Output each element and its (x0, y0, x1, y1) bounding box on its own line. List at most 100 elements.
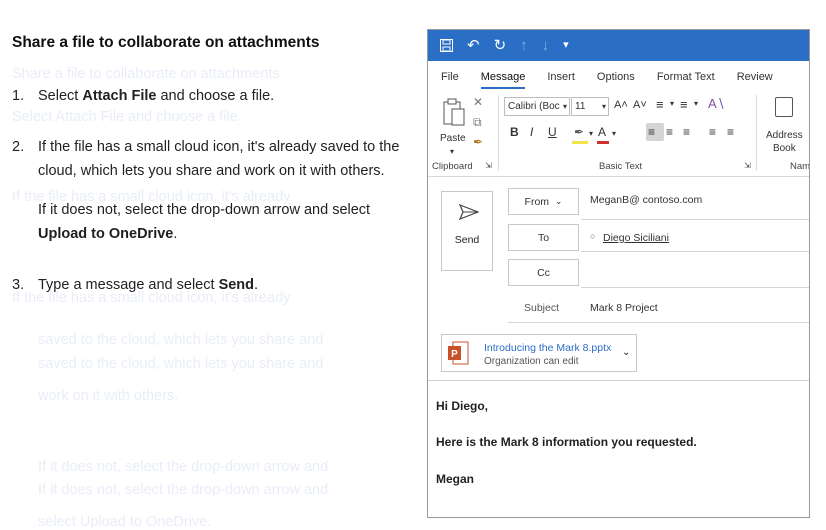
tab-insert[interactable]: Insert (547, 71, 575, 89)
chevron-down-icon[interactable]: ▾ (694, 99, 698, 108)
styles-icon[interactable]: A∖ (708, 96, 725, 112)
grow-font-icon[interactable]: A˄ (614, 99, 628, 111)
underline-button[interactable]: U (548, 125, 557, 139)
cut-icon[interactable]: ✕ (473, 95, 483, 109)
step-1: 1. Select Attach File and choose a file. (12, 84, 402, 109)
align-center-icon[interactable]: ≡ (666, 125, 673, 139)
paste-icon[interactable] (442, 97, 466, 127)
decrease-indent-icon[interactable]: ≡ (709, 125, 716, 139)
to-recipient[interactable]: Diego Siciliani (603, 232, 669, 244)
attachment-card[interactable]: P Introducing the Mark 8.pptx Organizati… (441, 334, 637, 372)
tab-options[interactable]: Options (597, 71, 635, 89)
svg-text:P: P (451, 349, 458, 360)
step-text-part: and choose a file. (156, 88, 275, 104)
next-item-icon[interactable]: ↓ (542, 38, 550, 53)
clipboard-group-label: Clipboard (432, 161, 473, 172)
send-icon (459, 204, 479, 220)
chevron-down-icon: ⌄ (554, 196, 563, 206)
address-book-label: Address (766, 130, 803, 141)
body-text[interactable]: Here is the Mark 8 information you reque… (436, 435, 697, 449)
field-divider (581, 251, 809, 252)
step-text-part: . (254, 276, 259, 293)
powerpoint-file-icon: P (448, 341, 469, 365)
address-book-label: Book (772, 143, 796, 154)
field-divider (508, 322, 809, 323)
address-book-button[interactable]: Address Book (766, 129, 803, 155)
format-painter-icon[interactable]: ✒ (473, 135, 483, 149)
align-left-icon[interactable]: ≡ (648, 125, 655, 139)
body-greeting[interactable]: Hi Diego, (436, 399, 488, 413)
font-color-bar (597, 141, 609, 144)
undo-icon[interactable]: ↶ (467, 38, 480, 53)
tab-format-text[interactable]: Format Text (657, 71, 715, 89)
tab-file[interactable]: File (441, 71, 459, 89)
step-text: Select Attach File and choose a file. (38, 84, 274, 109)
bullets-icon[interactable]: ≡ (656, 97, 664, 112)
from-button[interactable]: From ⌄ (508, 188, 579, 215)
font-color-icon[interactable]: A (598, 125, 606, 139)
numbering-icon[interactable]: ≡ (680, 97, 688, 112)
chevron-down-icon: ▾ (601, 102, 606, 111)
shrink-font-icon[interactable]: A˅ (633, 99, 647, 111)
attachment-name: Introducing the Mark 8.pptx (484, 342, 612, 354)
highlight-color-bar (572, 141, 588, 144)
names-group-label: Nam (790, 161, 810, 172)
tab-message[interactable]: Message (480, 71, 526, 89)
previous-item-icon[interactable]: ↑ (520, 38, 528, 53)
bold-button[interactable]: B (510, 125, 519, 139)
field-divider (581, 287, 809, 288)
align-right-icon[interactable]: ≡ (683, 125, 690, 139)
step-3: 3. Type a message and select Send. (12, 273, 402, 298)
ribbon-tabs: File Message Insert Options Format Text … (428, 61, 809, 89)
step-2: 2. If the file has a small cloud icon, i… (12, 135, 402, 184)
ribbon-divider (756, 95, 757, 171)
attachment-dropdown-icon[interactable]: ⌄ (622, 347, 630, 358)
chevron-down-icon[interactable]: ▾ (612, 129, 616, 138)
send-button[interactable]: Send (441, 191, 493, 271)
instructions-panel: Share a file to collaborate on attachmen… (12, 34, 402, 297)
paste-dropdown-icon[interactable]: ▾ (450, 147, 454, 156)
presence-icon: ○ (590, 231, 596, 241)
step-number: 2. (12, 138, 25, 155)
step-2-sub: If it does not, select the drop-down arr… (38, 198, 402, 247)
copy-icon[interactable]: ⧉ (473, 115, 482, 130)
highlight-icon[interactable]: ✒ (574, 125, 584, 139)
subject-field[interactable]: Mark 8 Project (590, 302, 658, 314)
customize-toolbar-icon[interactable]: ▾ (563, 40, 569, 51)
body-divider (428, 380, 809, 381)
step-text-part: If it does not, select the drop-down arr… (38, 201, 371, 218)
ribbon: Paste ▾ ✕ ⧉ ✒ Clipboard ⇲ Calibri (Boc ▾ … (428, 89, 809, 177)
step-text: Type a message and select Send. (38, 273, 258, 298)
to-button[interactable]: To (508, 224, 579, 251)
font-name-select[interactable]: Calibri (Boc ▾ (504, 97, 570, 116)
quick-access-toolbar: ↶ ↻ ↑ ↓ ▾ (428, 30, 809, 61)
address-book-icon[interactable] (775, 97, 793, 117)
step-number: 1. (12, 88, 25, 104)
increase-indent-icon[interactable]: ≡ (727, 125, 734, 139)
ribbon-divider (498, 95, 499, 171)
cc-button[interactable]: Cc (508, 259, 579, 286)
step-emphasis: Attach File (82, 88, 157, 104)
chevron-down-icon[interactable]: ▾ (670, 99, 674, 108)
from-value: MeganB@ contoso.com (590, 194, 703, 206)
italic-button[interactable]: I (530, 125, 533, 139)
basic-text-launcher-icon[interactable]: ⇲ (744, 161, 751, 170)
font-size-value: 11 (575, 101, 586, 112)
chevron-down-icon: ▾ (562, 102, 567, 111)
font-size-select[interactable]: 11 ▾ (571, 97, 609, 116)
save-icon[interactable] (440, 39, 453, 52)
compose-window: ↶ ↻ ↑ ↓ ▾ File Message Insert Options Fo… (427, 29, 810, 518)
clipboard-launcher-icon[interactable]: ⇲ (485, 161, 492, 170)
step-emphasis: Send (218, 276, 255, 293)
paste-button-label[interactable]: Paste (440, 133, 466, 144)
send-label: Send (454, 234, 480, 246)
subject-label: Subject (524, 302, 560, 314)
step-text-part: . (173, 226, 178, 242)
redo-icon[interactable]: ↻ (494, 38, 507, 53)
tab-review[interactable]: Review (737, 71, 773, 89)
step-emphasis: Upload to OneDrive (38, 226, 174, 242)
body-signature[interactable]: Megan (436, 472, 474, 486)
attachment-permission: Organization can edit (484, 356, 579, 367)
to-label: To (537, 231, 550, 244)
chevron-down-icon[interactable]: ▾ (589, 129, 593, 138)
